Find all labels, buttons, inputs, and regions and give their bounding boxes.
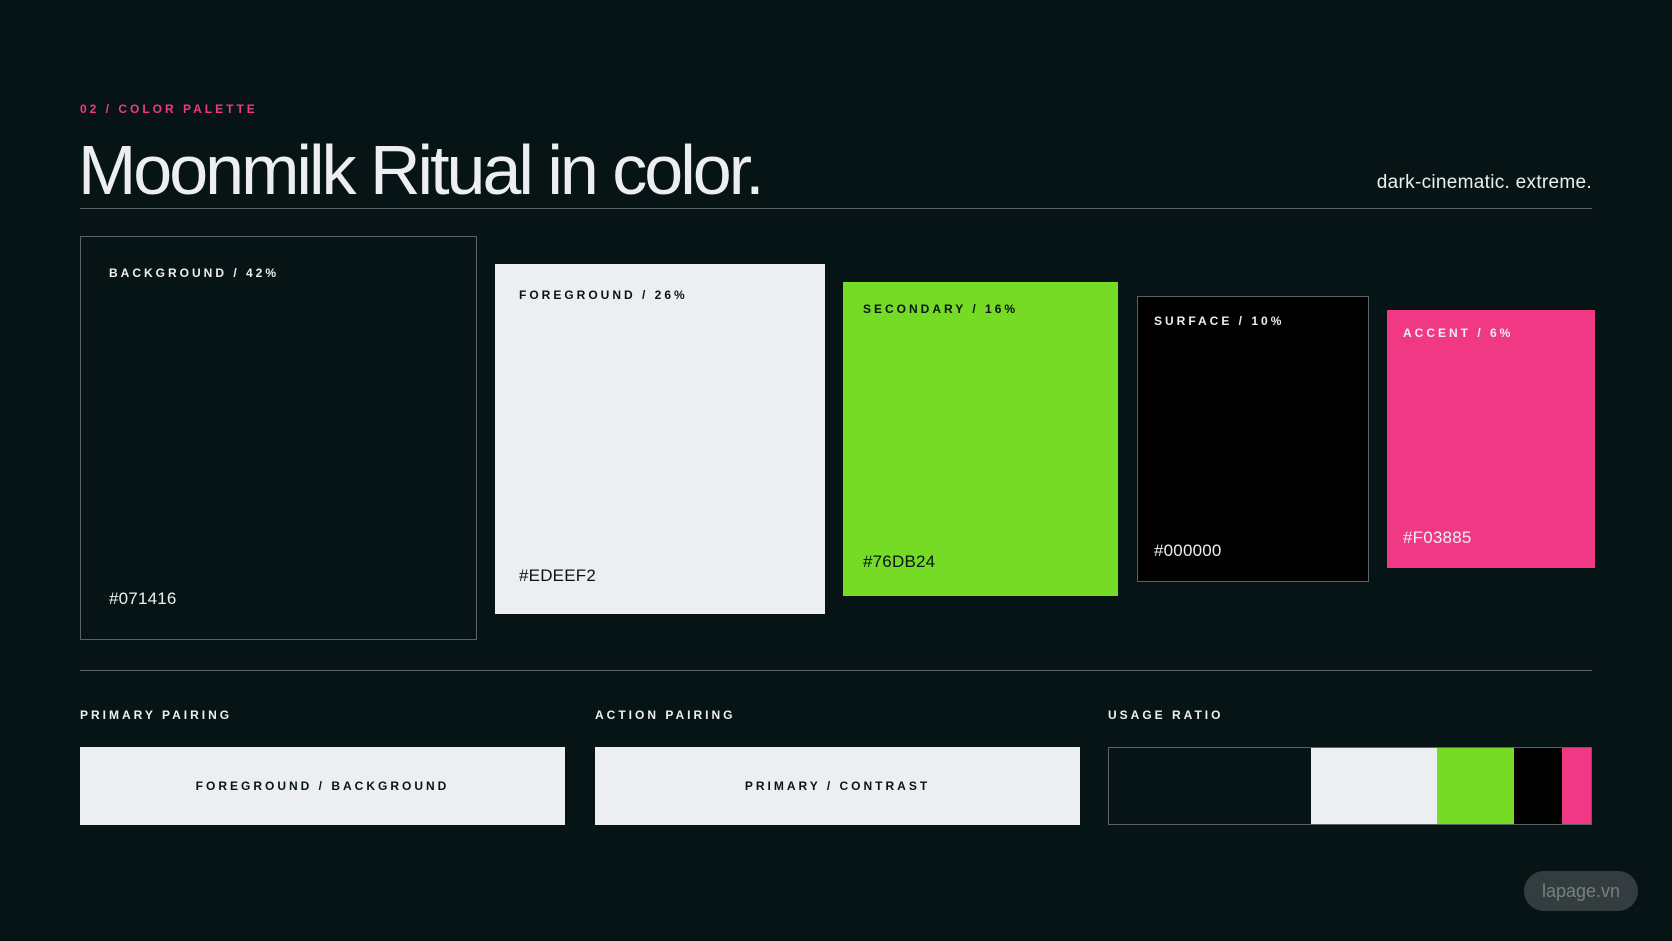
usage-ratio-segment <box>1311 748 1437 824</box>
usage-ratio-segment <box>1109 748 1312 824</box>
primary-pairing-text: FOREGROUND / BACKGROUND <box>195 779 450 793</box>
primary-pairing-label: PRIMARY PAIRING <box>80 708 233 722</box>
section-divider <box>80 670 1592 671</box>
page-title: Moonmilk Ritual in color. <box>78 131 765 209</box>
swatch-hex: #F03885 <box>1403 528 1472 547</box>
swatch-label: BACKGROUND / 42% <box>109 266 280 280</box>
action-pairing-text: PRIMARY / CONTRAST <box>744 779 931 793</box>
swatch-hex: #071416 <box>109 589 177 608</box>
swatch-label: ACCENT / 6% <box>1403 326 1514 340</box>
watermark-badge: lapage.vn <box>1524 871 1638 911</box>
header-divider <box>80 208 1592 209</box>
swatch-surface: SURFACE / 10% #000000 <box>1137 296 1369 582</box>
section-eyebrow: 02 / COLOR PALETTE <box>80 102 258 116</box>
usage-ratio-label: USAGE RATIO <box>1108 708 1224 722</box>
swatch-hex: #EDEEF2 <box>519 566 596 585</box>
action-pairing-box: PRIMARY / CONTRAST <box>595 747 1080 825</box>
swatch-accent: ACCENT / 6% #F03885 <box>1387 310 1595 568</box>
action-pairing-label: ACTION PAIRING <box>595 708 736 722</box>
primary-pairing-box: FOREGROUND / BACKGROUND <box>80 747 565 825</box>
usage-ratio-segment <box>1513 748 1563 824</box>
swatch-label: FOREGROUND / 26% <box>519 288 688 302</box>
swatch-label: SECONDARY / 16% <box>863 302 1019 316</box>
swatch-foreground: FOREGROUND / 26% #EDEEF2 <box>495 264 825 614</box>
swatch-label: SURFACE / 10% <box>1154 314 1285 328</box>
swatch-secondary: SECONDARY / 16% #76DB24 <box>843 282 1118 596</box>
usage-ratio-segment <box>1436 748 1514 824</box>
swatch-background: BACKGROUND / 42% #071416 <box>80 236 477 640</box>
usage-ratio-bar <box>1108 747 1592 825</box>
swatch-hex: #000000 <box>1154 541 1222 560</box>
page-tagline: dark-cinematic. extreme. <box>1376 172 1592 193</box>
swatch-hex: #76DB24 <box>863 552 936 571</box>
usage-ratio-segment <box>1562 748 1591 824</box>
